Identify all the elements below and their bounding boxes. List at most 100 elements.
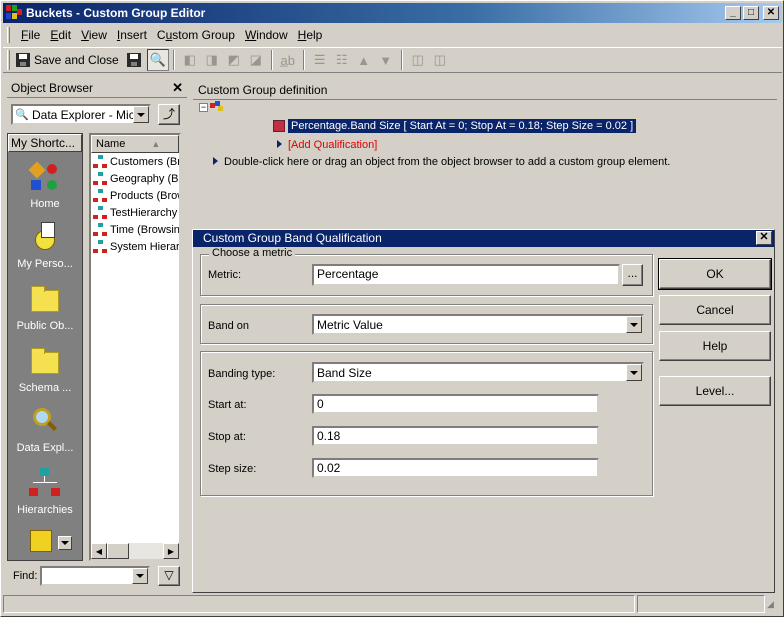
close-button[interactable]: ✕ <box>763 6 779 20</box>
band-on-select[interactable]: Metric Value <box>312 314 644 335</box>
resize-grip-icon[interactable]: ◢ <box>767 595 779 613</box>
rename-button[interactable]: a̲b <box>277 49 299 71</box>
hierarchy-icon <box>93 188 107 203</box>
save-and-close-button[interactable]: Save and Close <box>16 53 119 67</box>
menu-help[interactable]: Help <box>293 28 328 42</box>
save-button[interactable] <box>125 49 147 71</box>
save-and-close-label: Save and Close <box>34 53 119 67</box>
chevron-down-icon[interactable] <box>626 364 642 381</box>
shortcut-home[interactable]: Home <box>8 161 82 210</box>
band-element-icon <box>273 120 285 133</box>
filter-button[interactable]: ▽ <box>158 566 180 586</box>
help-button[interactable]: Help <box>659 331 771 361</box>
shortcut-schema-objects[interactable]: Schema ... <box>8 346 82 394</box>
maximize-button[interactable]: □ <box>743 6 759 20</box>
source-select[interactable]: 🔍 Data Explorer - Micro <box>11 104 151 125</box>
shortcut-public-objects[interactable]: Public Ob... <box>8 284 82 332</box>
chevron-down-icon[interactable] <box>132 568 148 584</box>
folder-up-icon: ⤴ <box>162 107 175 121</box>
collapse-icon[interactable]: − <box>199 103 208 112</box>
browse-metric-button[interactable]: ... <box>622 264 643 286</box>
shortcut-my-personal-objects[interactable]: My Perso... <box>8 222 82 270</box>
paste-button[interactable]: ◩ <box>223 49 245 71</box>
metric-field[interactable]: Percentage <box>312 264 620 286</box>
outdent-button[interactable]: ☷ <box>331 49 353 71</box>
status-pane <box>3 595 635 613</box>
level-button[interactable]: Level... <box>659 376 771 406</box>
list-item[interactable]: Customers (Bro <box>91 153 179 170</box>
close-icon[interactable]: ✕ <box>172 80 183 96</box>
metric-label: Metric: <box>208 269 241 281</box>
options-icon: ◫ <box>411 52 424 67</box>
drop-hint[interactable]: Double-click here or drag an object from… <box>213 156 670 168</box>
arrow-up-icon: ▲ <box>357 52 371 68</box>
status-bar: ◢ <box>3 595 782 615</box>
chevron-down-icon[interactable] <box>626 316 642 333</box>
column-name-label: Name <box>96 138 126 150</box>
step-size-field[interactable]: 0.02 <box>312 458 599 478</box>
shortcut-data-explorer[interactable]: Data Expl... <box>8 406 82 454</box>
window-title: Buckets - Custom Group Editor <box>26 6 206 20</box>
delete-icon: ◪ <box>249 52 262 67</box>
list-item[interactable]: Time (Browsing <box>91 221 179 238</box>
cut-button[interactable]: ◧ <box>179 49 201 71</box>
stop-at-field[interactable]: 0.18 <box>312 426 599 446</box>
start-at-field[interactable]: 0 <box>312 394 599 414</box>
menu-window[interactable]: Window <box>240 28 293 42</box>
banding-type-select[interactable]: Band Size <box>312 362 644 383</box>
scroll-right-icon[interactable]: ▶ <box>163 543 179 559</box>
delete-button[interactable]: ◪ <box>245 49 267 71</box>
chevron-down-icon[interactable] <box>133 106 149 123</box>
scroll-thumb[interactable] <box>107 543 129 559</box>
object-browser-toggle[interactable]: 🔍 <box>146 49 169 71</box>
dialog-title: Custom Group Band Qualification <box>203 231 382 245</box>
options-button[interactable]: ◫ <box>407 49 429 71</box>
scroll-left-icon[interactable]: ◀ <box>91 543 107 559</box>
menu-custom-group[interactable]: Custom Group <box>152 28 240 42</box>
outdent-icon: ☷ <box>335 52 348 67</box>
shortcut-label: Public Ob... <box>16 320 74 332</box>
up-one-level-button[interactable]: ⤴ <box>158 104 180 125</box>
add-qualification-link[interactable]: [Add Qualification] <box>277 139 377 151</box>
menu-file[interactable]: File <box>16 28 45 42</box>
cube-icon[interactable] <box>30 530 52 552</box>
menu-view[interactable]: View <box>76 28 112 42</box>
custom-group-element[interactable]: Percentage.Band Size [ Start At = 0; Sto… <box>273 119 637 133</box>
dialog-title-bar[interactable]: Custom Group Band Qualification ✕ <box>193 230 774 247</box>
copy-button[interactable]: ◨ <box>201 49 223 71</box>
list-item[interactable]: TestHierarchy <box>91 204 179 221</box>
toolbar-grip[interactable] <box>7 50 10 70</box>
menu-edit[interactable]: Edit <box>45 28 76 42</box>
folder-icon <box>29 284 61 316</box>
horizontal-scrollbar[interactable]: ◀ ▶ <box>91 543 179 559</box>
hierarchy-icon <box>29 468 61 500</box>
shortcuts-tab[interactable]: My Shortc... <box>8 134 82 152</box>
hierarchy-icon <box>93 222 107 237</box>
save-icon <box>126 53 141 67</box>
cancel-button[interactable]: Cancel <box>659 295 771 325</box>
chevron-down-icon[interactable] <box>58 536 72 550</box>
find-input[interactable] <box>40 566 150 586</box>
menu-insert[interactable]: Insert <box>112 28 152 42</box>
custom-group-element-text: Percentage.Band Size [ Start At = 0; Sto… <box>288 119 637 133</box>
title-bar[interactable]: Buckets - Custom Group Editor _ □ ✕ <box>3 3 782 23</box>
list-item[interactable]: System Hierarc <box>91 238 179 255</box>
format-icon: ◫ <box>433 52 446 67</box>
app-icon <box>6 5 22 21</box>
menu-grip[interactable] <box>7 27 10 43</box>
ok-button[interactable]: OK <box>658 258 772 290</box>
move-down-button[interactable]: ▼ <box>375 49 397 71</box>
name-column-header[interactable]: Name ▲ <box>91 135 179 153</box>
shortcut-hierarchies[interactable]: Hierarchies <box>8 468 82 516</box>
list-item[interactable]: Products (Brow <box>91 187 179 204</box>
format-button[interactable]: ◫ <box>429 49 451 71</box>
dialog-close-button[interactable]: ✕ <box>756 231 772 245</box>
minimize-button[interactable]: _ <box>725 6 741 20</box>
paste-icon: ◩ <box>227 52 240 67</box>
triangle-right-icon <box>213 157 218 165</box>
find-label: Find: <box>13 570 38 582</box>
list-item[interactable]: Geography (Br <box>91 170 179 187</box>
indent-button[interactable]: ☰ <box>309 49 331 71</box>
shortcut-label: Hierarchies <box>17 504 73 516</box>
move-up-button[interactable]: ▲ <box>353 49 375 71</box>
